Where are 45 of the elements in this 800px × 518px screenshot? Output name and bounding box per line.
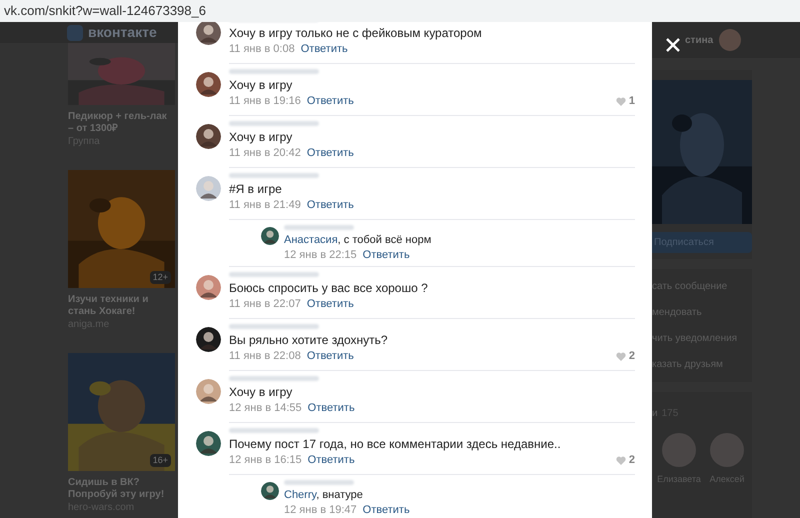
reply-link[interactable]: Ответить: [308, 452, 355, 468]
reply-link[interactable]: Ответить: [300, 41, 348, 57]
logo-text[interactable]: вконтакте: [88, 22, 157, 43]
logo-icon[interactable]: [67, 24, 83, 40]
heart-icon[interactable]: [616, 352, 626, 360]
address-bar[interactable]: vk.com/snkit?w=wall-124673398_6: [0, 0, 800, 22]
comment-date: 12 янв в 14:55: [229, 401, 302, 416]
heart-icon[interactable]: [616, 456, 626, 464]
user-name[interactable]: стина: [685, 32, 714, 48]
avatar[interactable]: [710, 433, 744, 467]
comment-date: 11 янв в 19:16: [229, 94, 301, 109]
blurred-name: [284, 225, 354, 230]
reply-link[interactable]: Ответить: [306, 348, 354, 364]
comment-date: 11 янв в 22:07: [229, 297, 301, 312]
comment-text: Хочу в игру: [229, 384, 294, 400]
reply-link[interactable]: Ответить: [362, 503, 410, 518]
comment-text: Хочу в игру: [229, 77, 294, 93]
like-count: 2: [628, 349, 635, 364]
comment-text: Хочу в игру: [229, 129, 294, 145]
reply-text: Cherry, внатуре: [284, 488, 364, 503]
reply-link[interactable]: Ответить: [306, 197, 354, 213]
reply-link[interactable]: Ответить: [308, 400, 355, 416]
comment-text: #Я в игре: [229, 181, 283, 197]
comment-date: 12 янв в 19:47: [284, 503, 357, 518]
avatar[interactable]: [662, 433, 696, 467]
like-count: 1: [628, 94, 635, 109]
comment-text: Вы ряльно хотите здохнуть?: [229, 332, 389, 348]
reply-link[interactable]: Ответить: [306, 93, 354, 109]
reply-text: Анастасия, с тобой всё норм: [284, 233, 432, 248]
reply-link[interactable]: Ответить: [306, 296, 354, 312]
comment-text: Почему пост 17 года, но все комментарии здесь недавние..: [229, 436, 562, 452]
comment-date: 11 янв в 0:08: [229, 42, 295, 57]
comment-date: 11 янв в 22:08: [229, 349, 301, 364]
comment-text: Боюсь спросить у вас все хорошо ?: [229, 280, 429, 296]
comment-text: Хочу в игру только не с фейковым куратором: [229, 25, 483, 41]
reply-link[interactable]: Ответить: [362, 248, 410, 263]
comment-date: 11 янв в 20:42: [229, 146, 301, 161]
reply-link[interactable]: Ответить: [306, 145, 354, 161]
comment-date: 11 янв в 21:49: [229, 198, 301, 213]
avatar[interactable]: [719, 29, 742, 51]
blurred-name: [284, 480, 354, 485]
comment-date: 12 янв в 16:15: [229, 453, 302, 468]
heart-icon[interactable]: [616, 96, 626, 106]
like-count: 2: [628, 453, 635, 468]
comment-date: 12 янв в 22:15: [284, 248, 357, 263]
